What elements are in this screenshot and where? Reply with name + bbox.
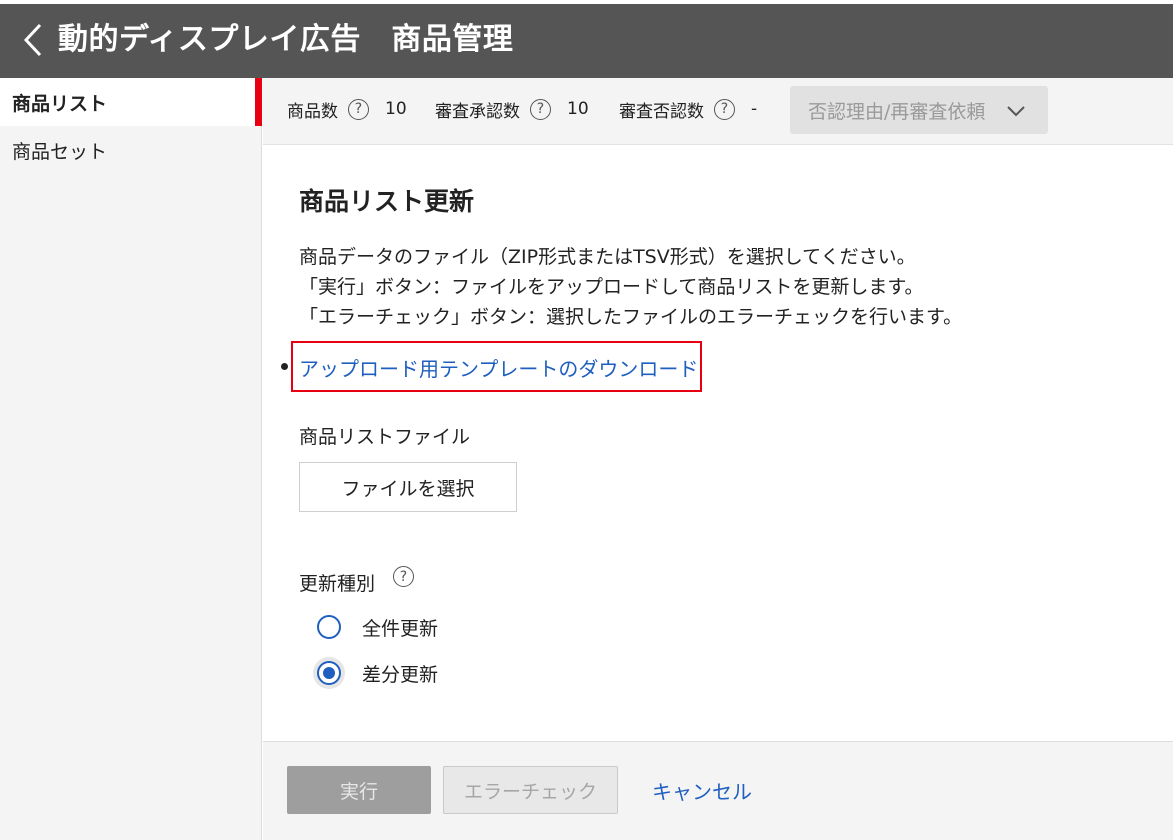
section-heading: 商品リスト更新 [299, 187, 475, 216]
stat-product-count: 商品数 ? 10 [287, 78, 407, 140]
stat-label: 審査否認数 [619, 101, 704, 122]
radio-circle [317, 661, 341, 685]
sidebar: 商品リスト 商品セット [0, 78, 262, 840]
radio-label: 差分更新 [362, 663, 439, 686]
file-label: 商品リストファイル [299, 426, 471, 448]
choose-file-button[interactable]: ファイルを選択 [299, 462, 517, 512]
stat-value: - [751, 99, 758, 119]
radio-button[interactable] [313, 657, 345, 689]
bullet [281, 363, 288, 370]
error-check-button[interactable]: エラーチェック [443, 766, 618, 814]
stat-label: 商品数 [287, 101, 338, 122]
help-icon[interactable]: ? [348, 98, 369, 120]
app-header: 動的ディスプレイ広告 商品管理 [0, 4, 1173, 78]
description-line: 「エラーチェック」ボタン：選択したファイルのエラーチェックを行います。 [299, 306, 963, 328]
sidebar-item-label: 商品セット [12, 140, 108, 163]
stat-rejected-count: 審査否認数 ? - [619, 78, 757, 140]
help-icon[interactable]: ? [393, 566, 414, 587]
radio-dot [323, 667, 335, 679]
stat-label: 審査承認数 [435, 101, 520, 122]
stat-value: 10 [385, 99, 407, 119]
dropdown-label: 否認理由/再審査依頼 [808, 100, 986, 123]
radio-button[interactable] [313, 611, 345, 643]
radio-diff-update[interactable]: 差分更新 [313, 657, 438, 689]
cancel-link[interactable]: キャンセル [652, 776, 752, 805]
sidebar-item-product-list[interactable]: 商品リスト [0, 78, 262, 126]
radio-full-update[interactable]: 全件更新 [313, 611, 438, 643]
stat-approved-count: 審査承認数 ? 10 [435, 78, 589, 140]
sidebar-item-product-set[interactable]: 商品セット [0, 126, 261, 174]
radio-circle [317, 615, 341, 639]
description-line: 商品データのファイル（ZIP形式またはTSV形式）を選択してください。 [299, 246, 916, 268]
chevron-left-icon[interactable] [18, 20, 48, 60]
template-download-link[interactable]: アップロード用テンプレートのダウンロード [299, 353, 698, 382]
help-icon[interactable]: ? [714, 98, 735, 120]
stat-value: 10 [567, 99, 589, 119]
rejection-reason-dropdown[interactable]: 否認理由/再審査依頼 [790, 86, 1048, 134]
help-icon[interactable]: ? [530, 98, 551, 120]
radio-label: 全件更新 [362, 617, 439, 640]
update-type-label: 更新種別 [299, 573, 376, 595]
sidebar-item-label: 商品リスト [12, 92, 108, 115]
chevron-down-icon [1006, 101, 1026, 123]
run-button[interactable]: 実行 [287, 766, 431, 814]
page-title: 動的ディスプレイ広告 商品管理 [58, 22, 514, 57]
description-line: 「実行」ボタン：ファイルをアップロードして商品リストを更新します。 [299, 276, 924, 298]
